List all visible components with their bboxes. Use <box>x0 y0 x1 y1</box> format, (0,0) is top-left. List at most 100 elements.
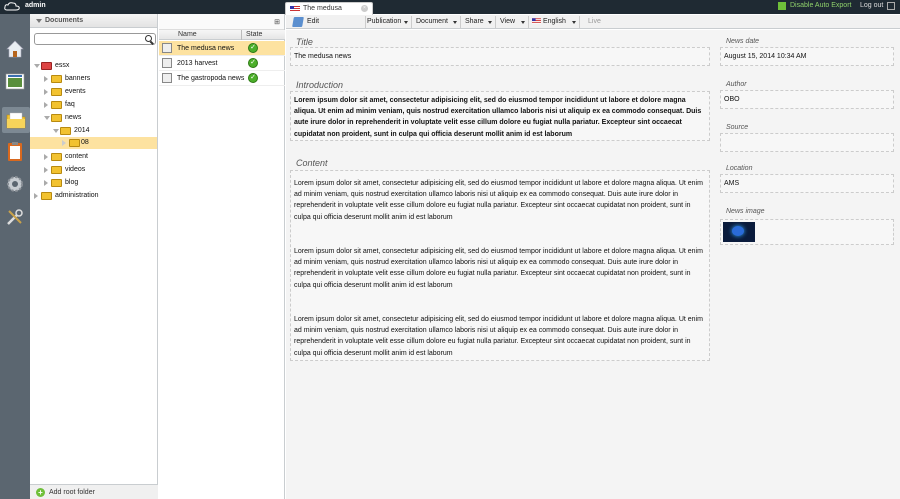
tree-node-essx[interactable]: essx <box>34 60 154 72</box>
add-root-folder-button[interactable]: + Add root folder <box>30 484 158 499</box>
collapse-icon[interactable] <box>36 19 42 23</box>
list-row[interactable]: 2013 harvest ✓ <box>159 56 285 71</box>
logout-link[interactable]: Log out <box>860 2 883 9</box>
tree-node-label: videos <box>65 166 86 173</box>
site-folder-icon <box>41 62 52 70</box>
expand-icon[interactable] <box>62 140 66 146</box>
tree-node-faq[interactable]: faq <box>44 99 154 111</box>
document-menu[interactable]: Document <box>413 16 461 28</box>
author-field[interactable]: OBO <box>720 90 894 109</box>
tree-node-2014[interactable]: 2014 <box>53 125 154 137</box>
tree-node-label: content <box>65 153 88 160</box>
reports-icon[interactable] <box>5 142 25 162</box>
content-field[interactable]: Lorem ipsum dolor sit amet, consectetur … <box>290 170 710 361</box>
tree-node-banners[interactable]: banners <box>44 73 154 85</box>
author-value: OBO <box>724 96 740 103</box>
author-label: Author <box>726 81 747 88</box>
tree-header[interactable]: Documents <box>30 14 157 28</box>
publication-menu[interactable]: Publication <box>365 16 412 28</box>
content-paragraph: Lorem ipsum dolor sit amet, consectetur … <box>294 180 703 221</box>
tree-node-08[interactable]: 08 <box>30 137 157 149</box>
pages-icon[interactable] <box>5 72 25 92</box>
tools-icon[interactable] <box>5 207 25 227</box>
expand-icon[interactable] <box>44 116 50 120</box>
live-link[interactable]: Live <box>588 16 608 28</box>
tree-search-input[interactable] <box>37 34 145 44</box>
tree-node-label: 2014 <box>74 127 90 134</box>
content-paragraph: Lorem ipsum dolor sit amet, consectetur … <box>294 316 703 357</box>
tree-node-label: essx <box>55 62 70 69</box>
expand-icon[interactable] <box>44 154 48 160</box>
tree-node-label: 08 <box>81 139 89 146</box>
column-header-name[interactable]: Name <box>178 31 197 38</box>
tree-node-label: administration <box>55 192 99 199</box>
introduction-field[interactable]: Lorem ipsum dolor sit amet, consectetur … <box>290 91 710 141</box>
add-root-folder-label: Add root folder <box>49 489 95 496</box>
content-label: Content <box>296 158 328 168</box>
document-editor: Title The medusa news Introduction Lorem… <box>286 30 900 499</box>
list-row[interactable]: The medusa news ✓ <box>159 41 285 56</box>
chevron-down-icon <box>488 21 492 24</box>
tab-document[interactable]: The medusa × <box>285 2 373 15</box>
folder-icon <box>51 166 62 174</box>
tree-header-label: Documents <box>45 17 84 24</box>
news-image-field[interactable] <box>720 219 894 245</box>
tree-node-administration[interactable]: administration <box>34 190 154 202</box>
list-row[interactable]: The gastropoda news ✓ <box>159 71 285 86</box>
news-image-thumbnail[interactable] <box>723 222 755 242</box>
column-header-state[interactable]: State <box>246 31 262 38</box>
location-value: AMS <box>724 180 740 187</box>
edit-label: Edit <box>307 18 320 25</box>
username: admin <box>25 2 46 9</box>
pencil-icon <box>292 17 304 27</box>
folder-icon <box>51 114 62 122</box>
documents-nav[interactable] <box>2 107 30 133</box>
disable-auto-export-link[interactable]: Disable Auto Export <box>778 2 851 9</box>
source-field[interactable] <box>720 133 894 152</box>
folder-icon <box>60 127 71 135</box>
expand-icon[interactable] <box>34 64 40 68</box>
tree-node-content[interactable]: content <box>44 151 154 163</box>
news-date-value: August 15, 2014 10:34 AM <box>724 53 807 60</box>
published-check-icon: ✓ <box>248 58 258 68</box>
published-check-icon: ✓ <box>248 73 258 83</box>
title-field[interactable]: The medusa news <box>290 47 710 66</box>
share-menu[interactable]: Share <box>462 16 496 28</box>
document-icon <box>162 43 172 53</box>
tree-node-videos[interactable]: videos <box>44 164 154 176</box>
home-icon[interactable] <box>5 39 25 59</box>
language-label: English <box>542 18 566 25</box>
tree-node-news[interactable]: news <box>44 112 154 124</box>
expand-icon[interactable] <box>44 180 48 186</box>
documents-tree-panel: Documents essx banners events faq news 2… <box>30 14 158 499</box>
tree-node-label: news <box>65 114 82 121</box>
us-flag-icon <box>532 18 541 24</box>
expand-icon[interactable] <box>44 89 48 95</box>
search-icon[interactable] <box>145 35 152 42</box>
us-flag-icon <box>290 6 300 12</box>
list-toolbar: ⊞ <box>159 14 284 30</box>
close-tab-icon[interactable]: × <box>361 5 368 12</box>
expand-icon[interactable] <box>44 102 48 108</box>
share-label: Share <box>465 18 484 25</box>
expand-icon[interactable] <box>34 193 38 199</box>
columns-toggle-icon[interactable]: ⊞ <box>274 18 280 26</box>
tree-node-events[interactable]: events <box>44 86 154 98</box>
document-list-panel: ⊞ Name State The medusa news ✓ 2013 harv… <box>159 14 285 499</box>
expand-icon[interactable] <box>53 129 59 133</box>
tree-node-blog[interactable]: blog <box>44 177 154 189</box>
introduction-label: Introduction <box>296 80 344 90</box>
view-menu[interactable]: View <box>497 16 529 28</box>
news-date-label: News date <box>726 38 760 45</box>
settings-icon[interactable] <box>5 174 25 194</box>
logout-icon[interactable] <box>887 2 895 10</box>
expand-icon[interactable] <box>44 167 48 173</box>
expand-icon[interactable] <box>44 76 48 82</box>
folder-icon <box>69 139 80 147</box>
edit-button[interactable]: Edit <box>290 16 366 28</box>
language-menu[interactable]: English <box>530 16 580 28</box>
news-date-field[interactable]: August 15, 2014 10:34 AM <box>720 47 894 66</box>
location-field[interactable]: AMS <box>720 174 894 193</box>
tree-search[interactable] <box>34 33 156 45</box>
introduction-text: Lorem ipsum dolor sit amet, consectetur … <box>294 97 702 138</box>
